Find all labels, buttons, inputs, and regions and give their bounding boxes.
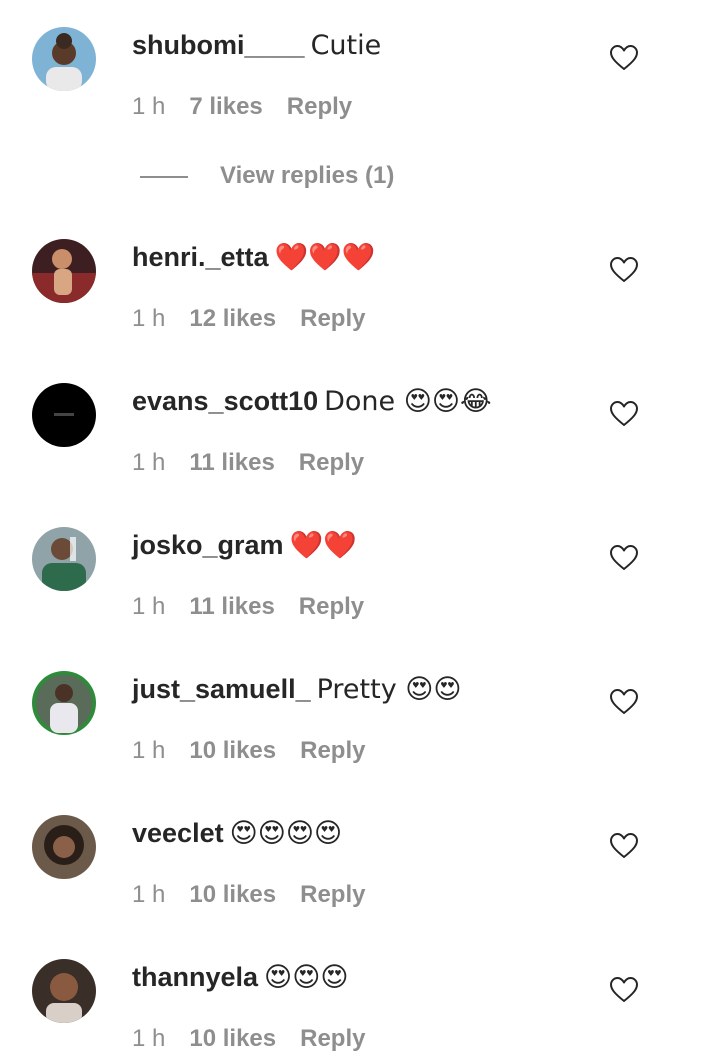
avatar[interactable] [32, 27, 96, 91]
comment-meta: 1 h 10 likes Reply [132, 881, 365, 909]
view-replies-label[interactable]: View replies (1) [220, 160, 394, 192]
comment-text: 😍😍😍😍 [229, 818, 343, 849]
replies-divider [140, 176, 188, 178]
reply-button[interactable]: Reply [300, 305, 365, 333]
avatar[interactable] [32, 383, 96, 447]
avatar[interactable] [32, 239, 96, 303]
username[interactable]: veeclet [132, 818, 224, 848]
comment-time: 1 h [132, 305, 166, 332]
comment-text: 😍😍😍 [264, 962, 349, 993]
likes-count[interactable]: 11 likes [189, 593, 274, 621]
username[interactable]: evans_scott10 [132, 386, 318, 416]
avatar[interactable] [32, 527, 96, 591]
comment-meta: 1 h 11 likes Reply [132, 449, 364, 477]
comment-line: josko_gram ❤️❤️ [132, 529, 357, 562]
comment-text: ❤️❤️❤️ [274, 242, 376, 273]
comment-meta: 1 h 10 likes Reply [132, 737, 365, 765]
username[interactable]: henri._etta [132, 242, 269, 272]
reply-button[interactable]: Reply [300, 881, 365, 909]
heart-icon[interactable] [610, 257, 638, 283]
likes-count[interactable]: 10 likes [189, 737, 276, 765]
username[interactable]: shubomi____ [132, 30, 305, 60]
comment-line: evans_scott10 Done 😍😍😂 [132, 385, 492, 418]
comment-line: just_samuell_ Pretty 😍😍 [132, 673, 462, 706]
username[interactable]: just_samuell_ [132, 674, 311, 704]
likes-count[interactable]: 7 likes [189, 93, 262, 121]
comment-line: thannyela 😍😍😍 [132, 961, 349, 994]
comment-meta: 1 h 11 likes Reply [132, 593, 364, 621]
heart-icon[interactable] [610, 689, 638, 715]
reply-button[interactable]: Reply [300, 737, 365, 765]
username[interactable]: thannyela [132, 962, 258, 992]
comment-time: 1 h [132, 593, 166, 620]
heart-icon[interactable] [610, 545, 638, 571]
comment-text: Cutie [310, 30, 382, 61]
comment-meta: 1 h 7 likes Reply [132, 93, 352, 121]
view-replies-button[interactable]: View replies (1) [140, 160, 440, 192]
avatar[interactable] [32, 959, 96, 1023]
heart-icon[interactable] [610, 977, 638, 1003]
reply-button[interactable]: Reply [299, 593, 364, 621]
likes-count[interactable]: 10 likes [189, 1025, 276, 1053]
comment-meta: 1 h 10 likes Reply [132, 1025, 365, 1053]
comment-time: 1 h [132, 449, 166, 476]
likes-count[interactable]: 12 likes [189, 305, 276, 333]
username[interactable]: josko_gram [132, 530, 284, 560]
comment-time: 1 h [132, 1025, 166, 1052]
reply-button[interactable]: Reply [287, 93, 352, 121]
heart-icon[interactable] [610, 401, 638, 427]
comment-text: Pretty 😍😍 [316, 674, 462, 705]
avatar[interactable] [32, 815, 96, 879]
comment-text: Done 😍😍😂 [324, 386, 492, 417]
reply-button[interactable]: Reply [299, 449, 364, 477]
heart-icon[interactable] [610, 833, 638, 859]
comment-line: shubomi____ Cutie [132, 29, 381, 62]
comment-meta: 1 h 12 likes Reply [132, 305, 365, 333]
reply-button[interactable]: Reply [300, 1025, 365, 1053]
likes-count[interactable]: 11 likes [189, 449, 274, 477]
comment-time: 1 h [132, 881, 166, 908]
heart-icon[interactable] [610, 45, 638, 71]
likes-count[interactable]: 10 likes [189, 881, 276, 909]
comment-text: ❤️❤️ [289, 530, 357, 561]
comment-time: 1 h [132, 93, 166, 120]
comment-line: henri._etta ❤️❤️❤️ [132, 241, 375, 274]
comment-line: veeclet 😍😍😍😍 [132, 817, 342, 850]
comment-time: 1 h [132, 737, 166, 764]
avatar[interactable] [32, 671, 96, 735]
